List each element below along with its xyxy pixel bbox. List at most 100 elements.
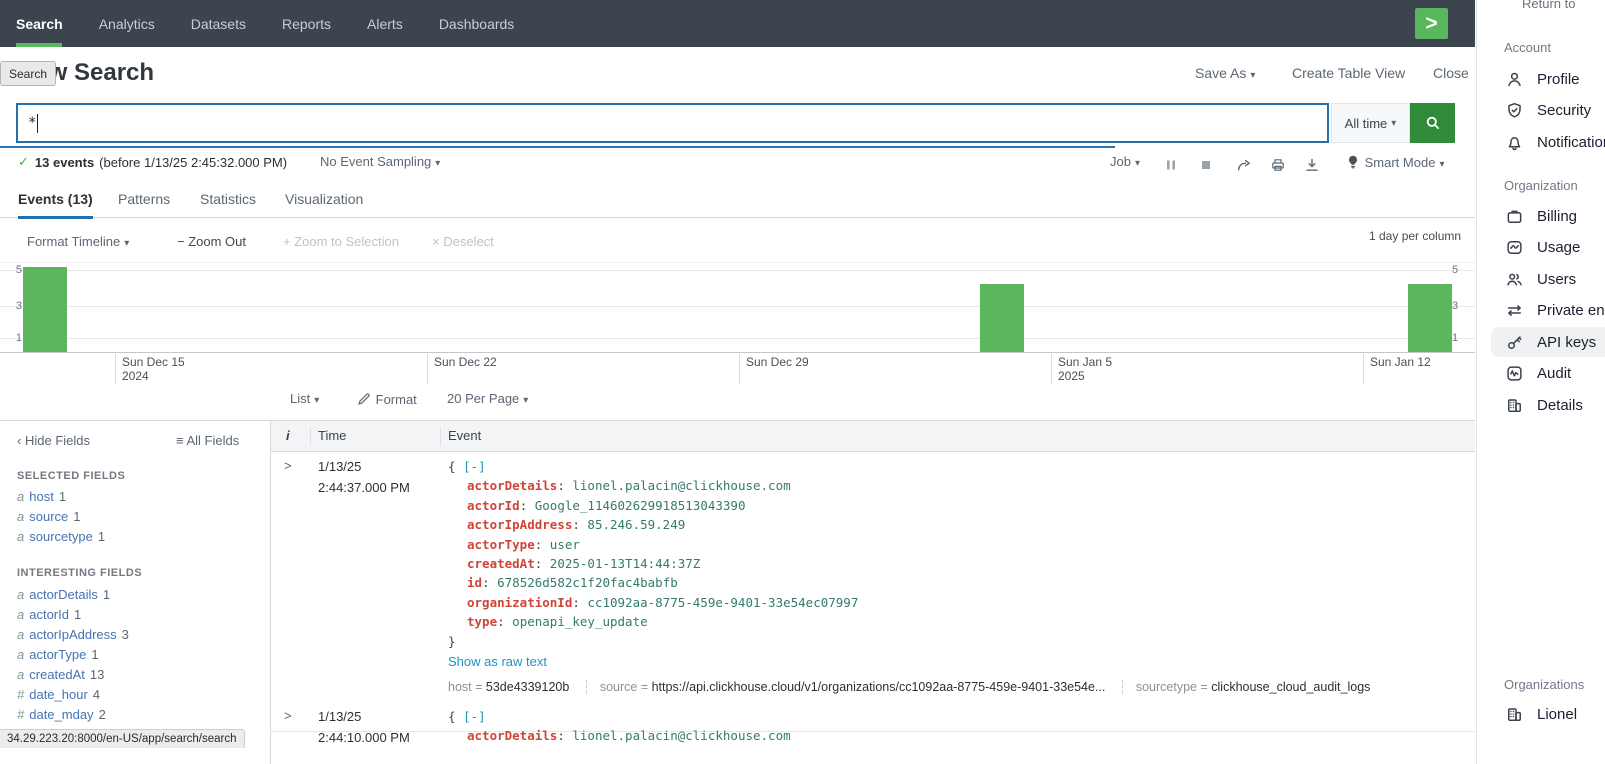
search-button[interactable] — [1410, 103, 1455, 143]
settings-menu-item[interactable]: Lionel — [1491, 699, 1605, 729]
field-item[interactable]: acreatedAt13 — [17, 665, 257, 685]
settings-menu-item[interactable]: Usage — [1491, 233, 1605, 263]
caret-down-icon: ▾ — [435, 158, 440, 169]
event-json: { [-] actorDetails: lionel.palacin@click… — [448, 702, 1468, 746]
arrows-icon — [1506, 302, 1523, 319]
hide-fields-button[interactable]: ‹ Hide Fields — [17, 433, 90, 448]
event-time: 1/13/25 2:44:10.000 PM — [318, 707, 410, 748]
timeline-chart: 531 531 Sun Dec 15 2024 Sun Dec 22 Sun D… — [0, 262, 1475, 384]
tab-visualization[interactable]: Visualization — [285, 191, 363, 216]
collapse-json-link[interactable]: [-] — [463, 459, 486, 474]
x-axis-tick: Sun Jan 5 2025 — [1051, 352, 1112, 384]
users-icon — [1506, 271, 1523, 288]
result-tabs: Events (13) Patterns Statistics Visualiz… — [0, 186, 1475, 218]
field-item[interactable]: #date_mday2 — [17, 705, 257, 725]
all-fields-button[interactable]: ≡ All Fields — [176, 433, 239, 448]
expand-event-icon[interactable]: > — [284, 708, 292, 723]
per-page-menu[interactable]: 20 Per Page▾ — [447, 391, 528, 406]
gridline — [0, 306, 1475, 307]
export-button[interactable] — [1304, 156, 1320, 173]
settings-menu-item[interactable]: Details — [1491, 390, 1605, 420]
column-info[interactable]: i — [286, 428, 290, 443]
close-button[interactable]: Close — [1433, 65, 1469, 81]
field-item[interactable]: #date_hour4 — [17, 685, 257, 705]
search-mode-menu[interactable]: Smart Mode▾ — [1345, 154, 1444, 170]
column-time[interactable]: Time — [318, 428, 346, 443]
nav-item[interactable]: Alerts — [367, 0, 421, 47]
event-meta-fields: host = 53de4339120b source = https://api… — [448, 680, 1468, 694]
zoom-to-selection-button[interactable]: + Zoom to Selection — [283, 234, 399, 249]
field-item[interactable]: aactorType1 — [17, 645, 257, 665]
nav-item[interactable]: Analytics — [99, 0, 173, 47]
time-range-picker[interactable]: All time▾ — [1331, 103, 1410, 143]
nav-item[interactable]: Reports — [282, 0, 349, 47]
tab-patterns[interactable]: Patterns — [118, 191, 170, 216]
format-timeline-menu[interactable]: Format Timeline▾ — [27, 234, 129, 249]
list-view-menu[interactable]: List▾ — [290, 391, 319, 406]
job-menu[interactable]: Job▾ — [1110, 154, 1140, 169]
splunk-logo-icon[interactable]: > — [1415, 8, 1448, 39]
collapse-json-link[interactable]: [-] — [463, 709, 486, 724]
settings-menu-item[interactable]: Notifications — [1491, 127, 1605, 157]
settings-menu-item[interactable]: Billing — [1491, 201, 1605, 231]
json-pair: actorType: user — [448, 535, 1468, 554]
field-item[interactable]: aactorIpAddress3 — [17, 625, 257, 645]
save-as-button[interactable]: Save As▾ — [1195, 65, 1255, 81]
format-results-button[interactable]: Format — [356, 391, 417, 407]
account-menu: Profile Security Notifications — [1491, 64, 1605, 157]
timeline-bar[interactable] — [23, 267, 67, 352]
zoom-out-button[interactable]: − Zoom Out — [177, 234, 246, 249]
field-item[interactable]: asource1 — [17, 507, 257, 527]
return-to-link[interactable]: Return to — [1522, 0, 1575, 11]
field-item[interactable]: asourcetype1 — [17, 527, 257, 547]
nav-item[interactable]: Dashboards — [439, 0, 533, 47]
pause-button[interactable] — [1163, 156, 1179, 173]
settings-menu-item[interactable]: Security — [1491, 96, 1605, 126]
meta-field[interactable]: source = https://api.clickhouse.cloud/v1… — [586, 680, 1106, 694]
share-job-button[interactable] — [1236, 156, 1252, 173]
stop-button[interactable] — [1198, 156, 1214, 173]
check-icon: ✓ — [18, 154, 29, 170]
field-item[interactable]: aactorDetails1 — [17, 585, 257, 605]
tab-events[interactable]: Events (13) — [18, 191, 93, 219]
settings-menu-item[interactable]: API keys — [1491, 327, 1605, 357]
settings-menu-item[interactable]: Private endpoints — [1491, 296, 1605, 326]
meta-field[interactable]: sourcetype = clickhouse_cloud_audit_logs — [1122, 680, 1371, 694]
gridline — [0, 338, 1475, 339]
app-canvas: Search Analytics Datasets Reports Alerts — [0, 0, 1605, 764]
event-sampling-menu[interactable]: No Event Sampling▾ — [320, 154, 440, 169]
search-input[interactable]: * — [16, 103, 1329, 143]
stop-icon — [1198, 157, 1214, 173]
chevron-left-icon: ‹ — [17, 433, 21, 448]
timeline-bar[interactable] — [1408, 284, 1452, 352]
settings-menu-item[interactable]: Audit — [1491, 359, 1605, 389]
timeline-bar[interactable] — [980, 284, 1024, 352]
meta-field[interactable]: host = 53de4339120b — [448, 680, 569, 694]
print-button[interactable] — [1270, 156, 1286, 173]
organizations-section-title: Organizations — [1504, 677, 1584, 692]
top-nav-items: Search Analytics Datasets Reports Alerts — [0, 0, 550, 47]
event-body: { [-] actorDetails: lionel.palacin@click… — [448, 702, 1468, 746]
field-item[interactable]: aactorId1 — [17, 605, 257, 625]
x-axis-line — [0, 352, 1475, 353]
settings-menu-item[interactable]: Profile — [1491, 64, 1605, 94]
caret-down-icon: ▾ — [523, 395, 528, 406]
json-pair: id: 678526d582c1f20fac4babfb — [448, 573, 1468, 592]
settings-menu-item[interactable]: Users — [1491, 264, 1605, 294]
expand-event-icon[interactable]: > — [284, 458, 292, 473]
list-icon: ≡ — [176, 433, 184, 448]
event-count: 13 events — [35, 155, 94, 170]
pulse-icon — [1506, 365, 1523, 382]
plus-icon: + — [283, 234, 291, 249]
nav-item[interactable]: Search — [16, 0, 81, 47]
y-axis-tick-label: 3 — [1452, 300, 1468, 312]
event-row: > 1/13/25 2:44:10.000 PM { [-] actorDeta… — [271, 702, 1475, 764]
tab-statistics[interactable]: Statistics — [200, 191, 256, 216]
deselect-button[interactable]: × Deselect — [432, 234, 494, 249]
x-axis-tick: Sun Jan 12 — [1363, 352, 1431, 384]
nav-item[interactable]: Datasets — [191, 0, 264, 47]
field-item[interactable]: ahost1 — [17, 487, 257, 507]
column-event[interactable]: Event — [448, 428, 481, 443]
create-table-view-button[interactable]: Create Table View — [1292, 65, 1405, 81]
show-raw-text-link[interactable]: Show as raw text — [448, 654, 547, 669]
